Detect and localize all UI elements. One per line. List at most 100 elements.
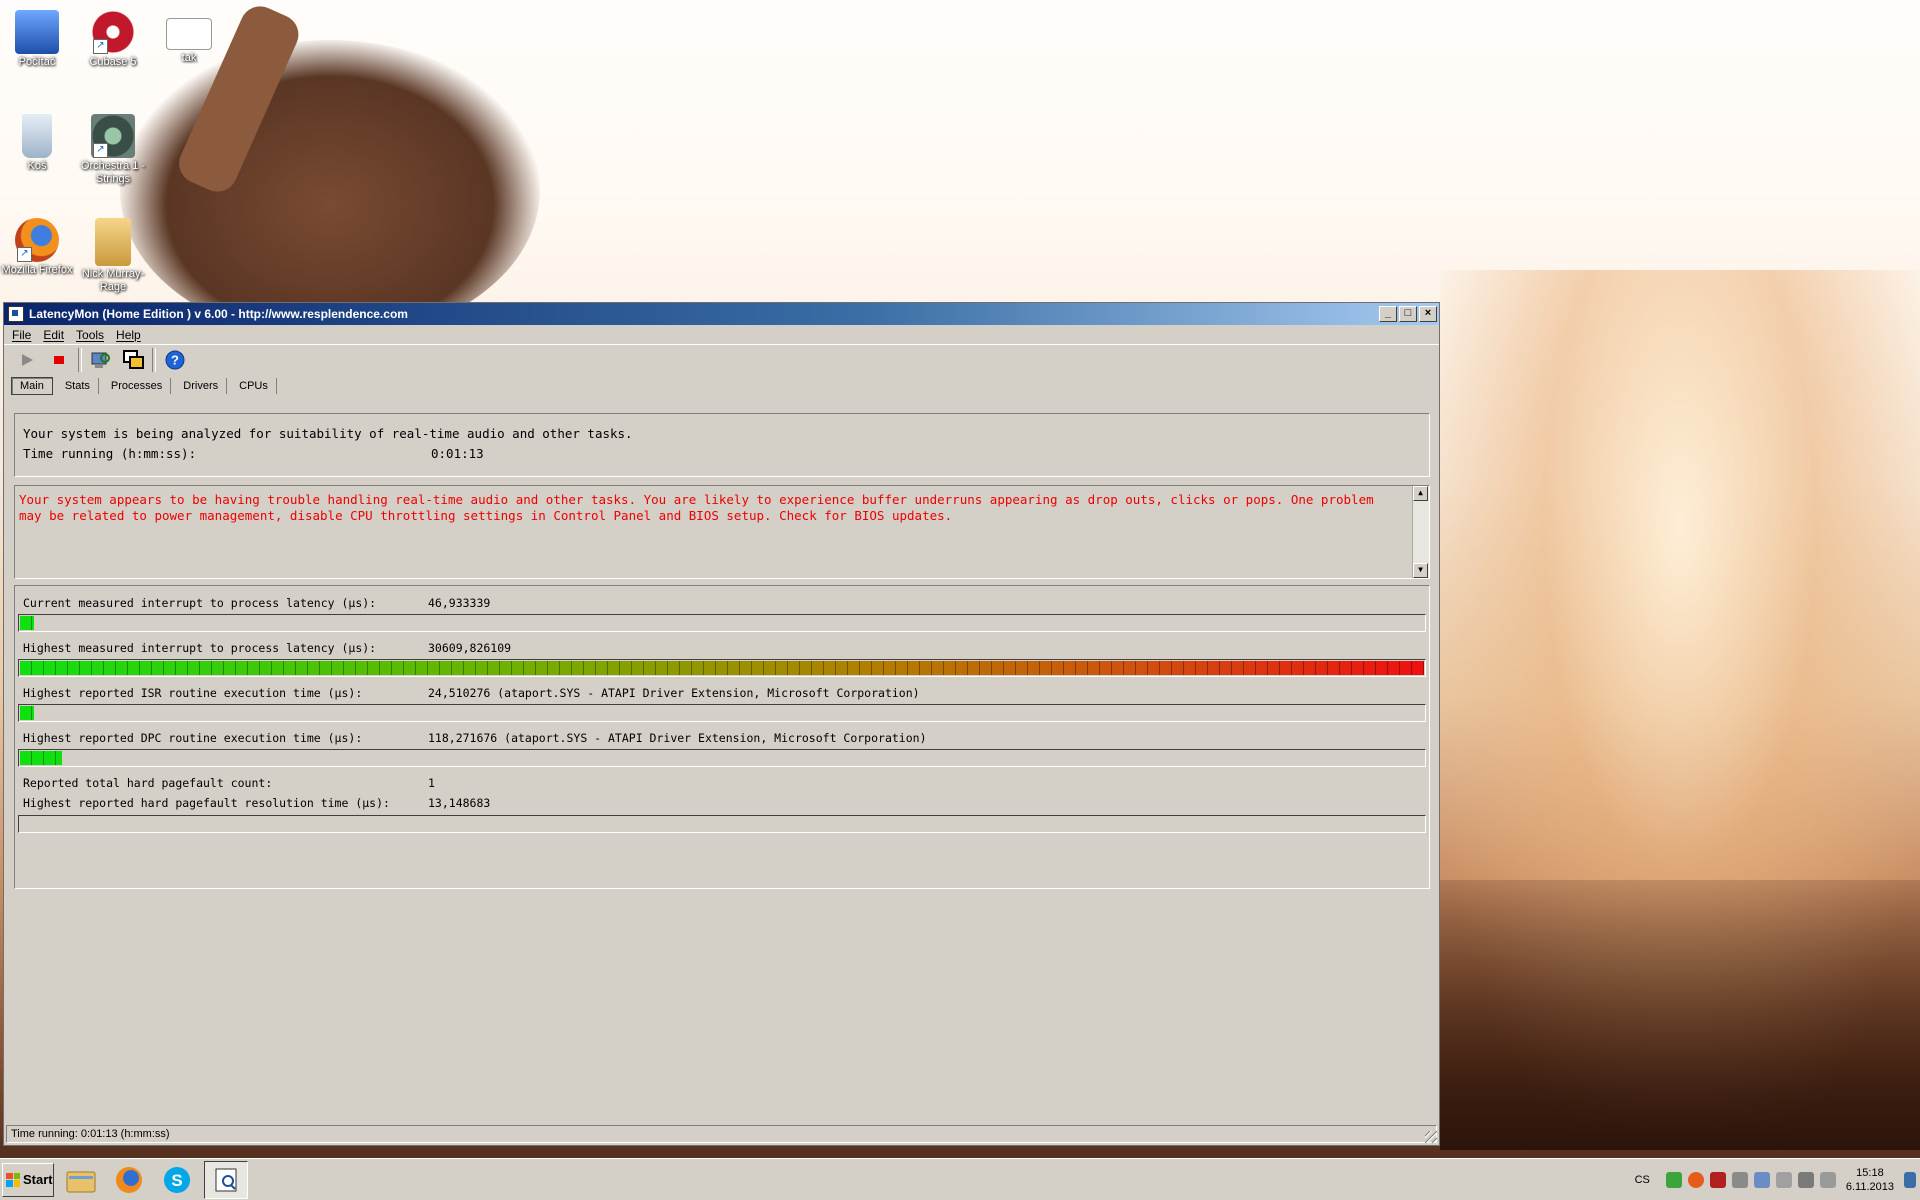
metric-value: 118,271676 (ataport.SYS - ATAPI Driver E…	[428, 731, 927, 745]
antivirus-icon[interactable]	[1687, 1171, 1704, 1188]
system-tray: CS 15:18 6.11.2013	[1635, 1159, 1920, 1200]
shortcut-arrow-icon: ↗	[17, 247, 32, 262]
metric-isr: Highest reported ISR routine execution t…	[23, 686, 920, 700]
start-monitor-button[interactable]	[14, 347, 40, 373]
scroll-down-button[interactable]: ▼	[1413, 563, 1428, 578]
verdict-scrollbar[interactable]: ▲ ▼	[1412, 486, 1429, 578]
document-icon	[166, 18, 212, 50]
metric-pagefault-count: Reported total hard pagefault count: 1	[23, 776, 435, 790]
svg-text:S: S	[171, 1171, 182, 1190]
tab-strip: Main Stats Processes Drivers CPUs	[4, 375, 1439, 397]
metric-value: 1	[428, 776, 435, 790]
skype-icon: S	[164, 1166, 190, 1193]
desktop-icon-firefox[interactable]: ↗ Mozilla Firefox	[0, 218, 77, 277]
recycle-bin-icon	[22, 114, 52, 158]
menu-edit[interactable]: Edit	[43, 328, 64, 342]
wallpaper-crowd	[1440, 880, 1920, 1150]
summary-panel: Your system is being analyzed for suitab…	[14, 413, 1430, 477]
verdict-panel: Your system appears to be having trouble…	[14, 485, 1430, 579]
taskbar-skype[interactable]: S	[156, 1162, 198, 1198]
desktop-icon-orchestra[interactable]: ↗ Orchestra 1 - Strings	[73, 114, 153, 186]
verdict-message: Your system appears to be having trouble…	[19, 492, 1374, 523]
isr-bar	[18, 704, 1426, 722]
metric-value: 30609,826109	[428, 641, 512, 655]
show-desktop-icon[interactable]	[1904, 1171, 1916, 1188]
status-bar: Time running: 0:01:13 (h:mm:ss)	[6, 1125, 1437, 1143]
metric-value: 46,933339	[428, 596, 491, 610]
tab-stats[interactable]: Stats	[57, 378, 99, 394]
wallpaper-silhouette	[120, 40, 540, 340]
start-label: Start	[23, 1172, 53, 1187]
desktop-icon-recycle-bin[interactable]: Koš	[0, 114, 77, 173]
metric-dpc: Highest reported DPC routine execution t…	[23, 731, 927, 745]
tab-cpus[interactable]: CPUs	[231, 378, 277, 394]
menu-tools[interactable]: Tools	[76, 328, 104, 342]
metric-pagefault-time: Highest reported hard pagefault resoluti…	[23, 796, 491, 810]
taskbar: Start S CS 15:18 6.11.2013	[0, 1158, 1920, 1200]
shortcut-arrow-icon: ↗	[93, 143, 108, 158]
stop-monitor-button[interactable]	[46, 347, 72, 373]
metric-value: 24,510276 (ataport.SYS - ATAPI Driver Ex…	[428, 686, 920, 700]
taskbar-explorer[interactable]	[60, 1162, 102, 1198]
language-indicator[interactable]: CS	[1635, 1174, 1650, 1186]
desktop-icon-computer[interactable]: Počítač	[0, 10, 77, 69]
app-icon	[8, 306, 24, 322]
window-cascade-button[interactable]	[120, 347, 146, 373]
update-icon[interactable]	[1753, 1171, 1770, 1188]
toolbar-separator	[152, 348, 156, 372]
sound-icon[interactable]	[1819, 1171, 1836, 1188]
clock-date: 6.11.2013	[1845, 1180, 1894, 1193]
start-button[interactable]: Start	[2, 1162, 54, 1197]
maximize-button[interactable]: □	[1399, 306, 1417, 322]
scroll-up-button[interactable]: ▲	[1413, 486, 1428, 501]
analyze-button[interactable]	[88, 347, 114, 373]
cubase-icon: ↗	[91, 10, 135, 54]
toolbar-separator	[78, 348, 82, 372]
speaker-icon[interactable]	[1731, 1171, 1748, 1188]
desktop-icon-folder[interactable]: Nick Murray-Rage	[73, 218, 153, 294]
analysis-status-text: Your system is being analyzed for suitab…	[23, 426, 633, 441]
firefox-icon: ↗	[15, 218, 59, 262]
tab-processes[interactable]: Processes	[103, 378, 172, 394]
latencymon-icon	[215, 1168, 237, 1191]
window-controls: _ □ ×	[1379, 306, 1437, 322]
shield-icon[interactable]	[1665, 1171, 1682, 1188]
menu-help[interactable]: Help	[116, 328, 141, 342]
windows-logo-icon	[6, 1172, 20, 1187]
tab-main[interactable]: Main	[11, 377, 53, 395]
current-latency-bar	[18, 614, 1426, 632]
close-button[interactable]: ×	[1419, 306, 1437, 322]
network-icon[interactable]	[1797, 1171, 1814, 1188]
metric-current-latency: Current measured interrupt to process la…	[23, 596, 491, 610]
clock-time: 15:18	[1856, 1166, 1884, 1179]
volume-icon[interactable]	[1709, 1171, 1726, 1188]
svg-text:?: ?	[171, 353, 179, 368]
play-icon	[22, 354, 33, 366]
folder-icon	[95, 218, 131, 266]
shortcut-arrow-icon: ↗	[93, 39, 108, 54]
explorer-icon	[66, 1171, 96, 1192]
tab-drivers[interactable]: Drivers	[175, 378, 228, 394]
help-icon: ?	[165, 350, 185, 370]
toolbar: ?	[4, 344, 1439, 375]
taskbar-latencymon[interactable]	[204, 1160, 248, 1199]
flag-icon[interactable]	[1775, 1171, 1792, 1188]
title-bar[interactable]: LatencyMon (Home Edition ) v 6.00 - http…	[4, 303, 1439, 325]
metric-highest-latency: Highest measured interrupt to process la…	[23, 641, 512, 655]
desktop-icon-cubase[interactable]: ↗ Cubase 5	[73, 10, 153, 69]
menu-file[interactable]: File	[12, 328, 31, 342]
bar-fill	[20, 661, 1424, 675]
dpc-bar	[18, 749, 1426, 767]
bar-fill	[20, 616, 34, 630]
time-running-value: 0:01:13	[431, 446, 484, 461]
minimize-button[interactable]: _	[1379, 306, 1397, 322]
clock[interactable]: 15:18 6.11.2013	[1846, 1166, 1894, 1194]
computer-icon	[15, 10, 59, 54]
menu-bar: File Edit Tools Help	[4, 325, 1439, 344]
metric-value: 13,148683	[428, 796, 491, 810]
desktop-icon-tak[interactable]: tak	[149, 10, 229, 65]
help-button[interactable]: ?	[162, 347, 188, 373]
bar-fill	[20, 706, 34, 720]
resize-grip[interactable]	[1425, 1131, 1437, 1143]
taskbar-firefox[interactable]	[108, 1162, 150, 1198]
